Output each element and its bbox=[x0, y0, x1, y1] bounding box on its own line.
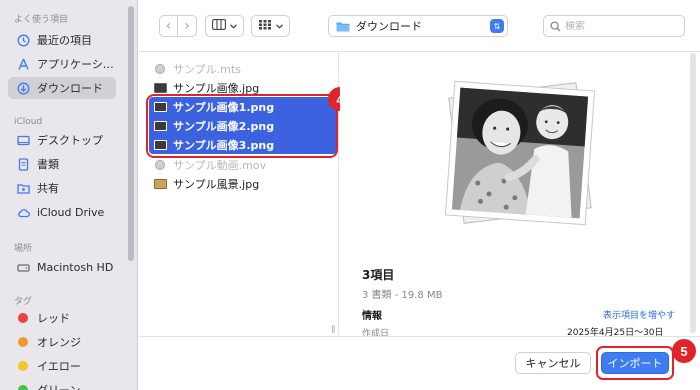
sidebar-tag-orange[interactable]: オレンジ bbox=[8, 331, 116, 353]
annotation-step-badge: 5 bbox=[672, 339, 696, 363]
search-input[interactable] bbox=[565, 20, 675, 32]
file-item-sample-mts[interactable]: サンプル.mts bbox=[149, 59, 337, 78]
location-popup[interactable]: ダウンロード ⇅ bbox=[328, 15, 508, 37]
grid-icon bbox=[258, 19, 272, 33]
document-icon bbox=[16, 157, 30, 171]
sidebar-item-label: オレンジ bbox=[37, 336, 81, 349]
sidebar-tag-green[interactable]: グリーン bbox=[8, 379, 116, 390]
photo-preview bbox=[440, 78, 600, 228]
sidebar-item-macintosh-hd[interactable]: Macintosh HD bbox=[8, 256, 116, 278]
sidebar-item-documents[interactable]: 書類 bbox=[8, 153, 116, 175]
disk-icon bbox=[16, 260, 30, 274]
sidebar-item-recents[interactable]: 最近の項目 bbox=[8, 29, 116, 51]
sidebar-item-icloud-drive[interactable]: iCloud Drive bbox=[8, 201, 116, 223]
group-options-button[interactable] bbox=[251, 15, 290, 37]
search-icon bbox=[550, 20, 561, 32]
video-file-icon bbox=[155, 63, 165, 74]
sidebar-item-label: iCloud Drive bbox=[37, 205, 105, 219]
tag-dot-icon bbox=[16, 383, 30, 390]
cancel-button[interactable]: キャンセル bbox=[515, 352, 591, 374]
sidebar-item-label: Macintosh HD bbox=[37, 260, 114, 274]
sidebar-section-tags: タグ bbox=[14, 297, 33, 307]
image-file-icon bbox=[154, 82, 167, 93]
sidebar-item-label: レッド bbox=[37, 312, 70, 325]
view-mode-button[interactable] bbox=[205, 15, 244, 37]
file-name: サンプル動画.mov bbox=[173, 158, 267, 172]
annotation-highlight-frame bbox=[146, 94, 338, 158]
sidebar-item-label: 共有 bbox=[37, 182, 59, 195]
folder-icon bbox=[336, 21, 350, 32]
file-name: サンプル.mts bbox=[173, 62, 241, 76]
sidebar-section-icloud: iCloud bbox=[14, 117, 43, 127]
sidebar-item-applications[interactable]: アプリケーシ… bbox=[8, 53, 116, 75]
nav-button-group: ‹ › bbox=[159, 15, 197, 37]
forward-button[interactable]: › bbox=[178, 16, 196, 36]
chevron-down-icon bbox=[230, 21, 237, 32]
sidebar-item-label: 書類 bbox=[37, 158, 59, 171]
apps-icon bbox=[16, 57, 30, 71]
sidebar-tag-red[interactable]: レッド bbox=[8, 307, 116, 329]
sidebar-item-label: アプリケーシ… bbox=[37, 58, 114, 71]
video-file-icon bbox=[155, 159, 165, 170]
sidebar-item-shared[interactable]: 共有 bbox=[8, 177, 116, 199]
search-field[interactable] bbox=[543, 15, 685, 37]
column-resize-handle[interactable]: || bbox=[331, 324, 336, 333]
clock-icon bbox=[16, 33, 30, 47]
download-icon bbox=[16, 81, 30, 95]
sidebar-item-downloads[interactable]: ダウンロード bbox=[8, 77, 116, 99]
back-button[interactable]: ‹ bbox=[160, 16, 178, 36]
tag-dot-icon bbox=[16, 335, 30, 349]
cloud-icon bbox=[16, 205, 30, 219]
image-file-icon bbox=[154, 178, 167, 189]
preview-title: 3項目 bbox=[362, 268, 395, 282]
sidebar-item-desktop[interactable]: デスクトップ bbox=[8, 129, 116, 151]
file-item-landscape-jpg[interactable]: サンプル風景.jpg bbox=[149, 174, 337, 193]
shared-folder-icon bbox=[16, 181, 30, 195]
tag-dot-icon bbox=[16, 359, 30, 373]
info-label: 情報 bbox=[362, 311, 382, 322]
sidebar-item-label: グリーン bbox=[37, 382, 80, 390]
show-more-link[interactable]: 表示項目を増やす bbox=[603, 308, 675, 321]
chevron-down-icon bbox=[276, 21, 283, 32]
desktop-icon bbox=[16, 133, 30, 147]
preview-subtitle: 3 書類 - 19.8 MB bbox=[362, 290, 443, 301]
column-view-icon bbox=[212, 19, 226, 33]
sidebar-item-label: 最近の項目 bbox=[37, 34, 92, 47]
file-name: サンプル風景.jpg bbox=[173, 177, 260, 191]
sidebar-item-label: ダウンロード bbox=[37, 82, 103, 95]
chevron-updown-icon: ⇅ bbox=[490, 19, 504, 33]
sidebar-item-label: イエロー bbox=[37, 360, 81, 373]
sidebar-tag-yellow[interactable]: イエロー bbox=[8, 355, 116, 377]
location-label: ダウンロード bbox=[356, 20, 422, 33]
tag-dot-icon bbox=[16, 311, 30, 325]
sidebar-scrollbar[interactable] bbox=[128, 6, 134, 261]
preview-scrollbar[interactable] bbox=[690, 53, 696, 333]
annotation-highlight-frame bbox=[596, 346, 674, 380]
sidebar-section-locations: 場所 bbox=[14, 244, 33, 254]
sidebar-item-label: デスクトップ bbox=[37, 134, 103, 147]
sidebar-section-favorites: よく使う項目 bbox=[14, 15, 69, 25]
sidebar: よく使う項目 最近の項目 アプリケーシ… ダウンロード iCloud デスクトッ… bbox=[0, 0, 138, 390]
